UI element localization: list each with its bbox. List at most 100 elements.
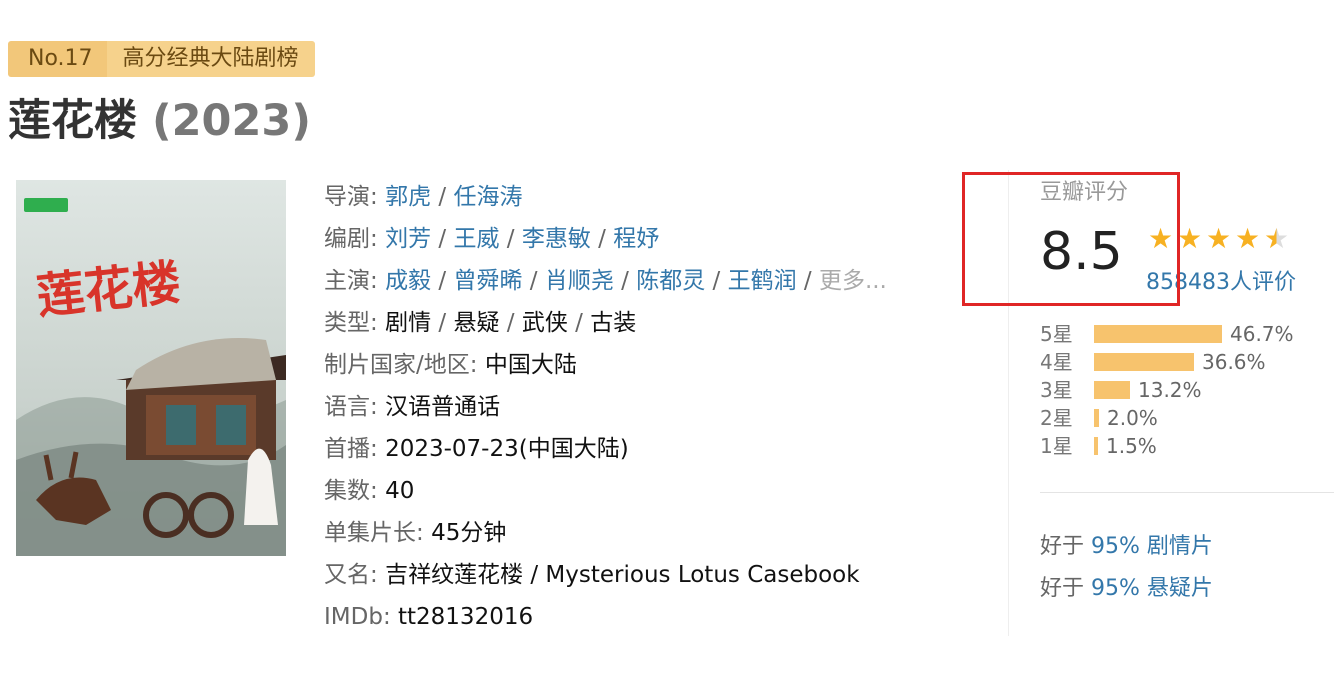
separator: / [431, 310, 454, 336]
separator: / [499, 310, 522, 336]
dist-row: 1星 1.5% [1040, 432, 1294, 460]
dist-row: 5星 46.7% [1040, 320, 1294, 348]
star-icon: ★ [1234, 222, 1261, 255]
dist-star-label: 3星 [1040, 378, 1073, 402]
premiere-value: 2023-07-23(中国大陆) [385, 436, 629, 462]
dist-percent: 36.6% [1202, 350, 1266, 374]
dist-percent: 46.7% [1230, 322, 1294, 346]
imdb-value: tt28132016 [398, 604, 534, 630]
dist-percent: 1.5% [1106, 434, 1157, 458]
title-year: (2023) [151, 96, 311, 146]
genre-value: 剧情 [385, 310, 432, 336]
runtime-value: 45分钟 [431, 520, 507, 546]
dist-bar [1094, 437, 1098, 455]
episodes-value: 40 [385, 478, 415, 504]
country-label: 制片国家/地区: [324, 352, 485, 378]
more-cast-link[interactable]: 更多... [819, 268, 887, 294]
separator: / [705, 268, 728, 294]
better-genre-link[interactable]: 悬疑片 [1140, 576, 1213, 601]
page-title: 莲花楼 (2023) [8, 86, 311, 148]
info-panel: 导演: 郭虎 / 任海涛 编剧: 刘芳 / 王威 / 李惠敏 / 程妤 主演: … [324, 176, 964, 638]
poster-art [16, 180, 286, 556]
half-star-icon: ★ [1263, 222, 1290, 255]
writer-link[interactable]: 李惠敏 [522, 226, 591, 252]
imdb-label: IMDb: [324, 604, 398, 630]
separator: / [522, 268, 545, 294]
better-than-row: 好于 95% 剧情片 [1040, 526, 1213, 568]
director-row: 导演: 郭虎 / 任海涛 [324, 176, 964, 218]
runtime-label: 单集片长: [324, 520, 432, 546]
genre-value: 悬疑 [453, 310, 500, 336]
cast-link[interactable]: 王鹤润 [728, 268, 797, 294]
better-genre-link[interactable]: 剧情片 [1140, 534, 1213, 559]
cast-label: 主演: [324, 268, 386, 294]
episodes-row: 集数: 40 [324, 470, 964, 512]
genre-value: 武侠 [521, 310, 568, 336]
rank-list-name: 高分经典大陆剧榜 [106, 41, 315, 77]
dist-star-label: 1星 [1040, 434, 1073, 458]
country-row: 制片国家/地区: 中国大陆 [324, 344, 964, 386]
separator: / [431, 268, 454, 294]
runtime-row: 单集片长: 45分钟 [324, 512, 964, 554]
language-label: 语言: [324, 394, 386, 420]
better-than-panel: 好于 95% 剧情片 好于 95% 悬疑片 [1040, 526, 1213, 610]
separator: / [796, 268, 819, 294]
aka-row: 又名: 吉祥纹莲花楼 / Mysterious Lotus Casebook [324, 554, 964, 596]
dist-star-label: 2星 [1040, 406, 1073, 430]
dist-star-label: 5星 [1040, 322, 1073, 346]
country-value: 中国大陆 [484, 352, 577, 378]
dist-percent: 2.0% [1107, 406, 1158, 430]
better-percent-link[interactable]: 95% [1091, 576, 1140, 601]
separator: / [613, 268, 637, 294]
poster-image[interactable]: 莲花楼 [16, 180, 286, 556]
separator: / [499, 226, 522, 252]
rating-distribution: 5星 46.7% 4星 36.6% 3星 13.2% 2星 2.0% 1星 1.5% [1040, 320, 1294, 460]
dist-bar [1094, 381, 1130, 399]
separator: / [567, 310, 591, 336]
rank-badge[interactable]: No.17 高分经典大陆剧榜 [8, 41, 315, 77]
language-row: 语言: 汉语普通话 [324, 386, 964, 428]
director-link[interactable]: 郭虎 [385, 184, 431, 210]
star-icon: ★ [1205, 222, 1232, 255]
dist-star-label: 4星 [1040, 350, 1073, 374]
writer-link[interactable]: 王威 [453, 226, 499, 252]
cast-link[interactable]: 肖顺尧 [545, 268, 614, 294]
genre-row: 类型: 剧情 / 悬疑 / 武侠 / 古装 [324, 302, 964, 344]
title-name: 莲花楼 [8, 96, 137, 146]
cast-row: 主演: 成毅 / 曾舜晞 / 肖顺尧 / 陈都灵 / 王鹤润 / 更多... [324, 260, 964, 302]
divider [1040, 492, 1334, 493]
cast-link[interactable]: 成毅 [385, 268, 431, 294]
premiere-label: 首播: [324, 436, 386, 462]
better-than-row: 好于 95% 悬疑片 [1040, 568, 1213, 610]
director-link[interactable]: 任海涛 [453, 184, 522, 210]
better-percent-link[interactable]: 95% [1091, 534, 1140, 559]
cast-link[interactable]: 曾舜晞 [453, 268, 522, 294]
genre-label: 类型: [324, 310, 386, 336]
highlight-box [962, 172, 1180, 306]
better-prefix: 好于 [1040, 534, 1091, 559]
poster-calligraphy: 莲花楼 [33, 254, 184, 326]
language-value: 汉语普通话 [385, 394, 501, 420]
premiere-row: 首播: 2023-07-23(中国大陆) [324, 428, 964, 470]
dist-percent: 13.2% [1138, 378, 1202, 402]
dist-row: 4星 36.6% [1040, 348, 1294, 376]
separator: / [431, 184, 454, 210]
separator: / [431, 226, 454, 252]
aka-value: 吉祥纹莲花楼 / Mysterious Lotus Casebook [385, 562, 860, 588]
dist-bar [1094, 409, 1099, 427]
better-prefix: 好于 [1040, 576, 1091, 601]
imdb-row: IMDb: tt28132016 [324, 596, 964, 638]
writer-link[interactable]: 程妤 [613, 226, 659, 252]
cast-link[interactable]: 陈都灵 [636, 268, 705, 294]
writer-label: 编剧: [324, 226, 386, 252]
dist-row: 3星 13.2% [1040, 376, 1294, 404]
writer-link[interactable]: 刘芳 [385, 226, 431, 252]
episodes-label: 集数: [324, 478, 386, 504]
dist-bar [1094, 353, 1194, 371]
aka-label: 又名: [324, 562, 386, 588]
dist-bar [1094, 325, 1222, 343]
writer-row: 编剧: 刘芳 / 王威 / 李惠敏 / 程妤 [324, 218, 964, 260]
genre-value: 古装 [590, 310, 637, 336]
separator: / [590, 226, 614, 252]
dist-row: 2星 2.0% [1040, 404, 1294, 432]
